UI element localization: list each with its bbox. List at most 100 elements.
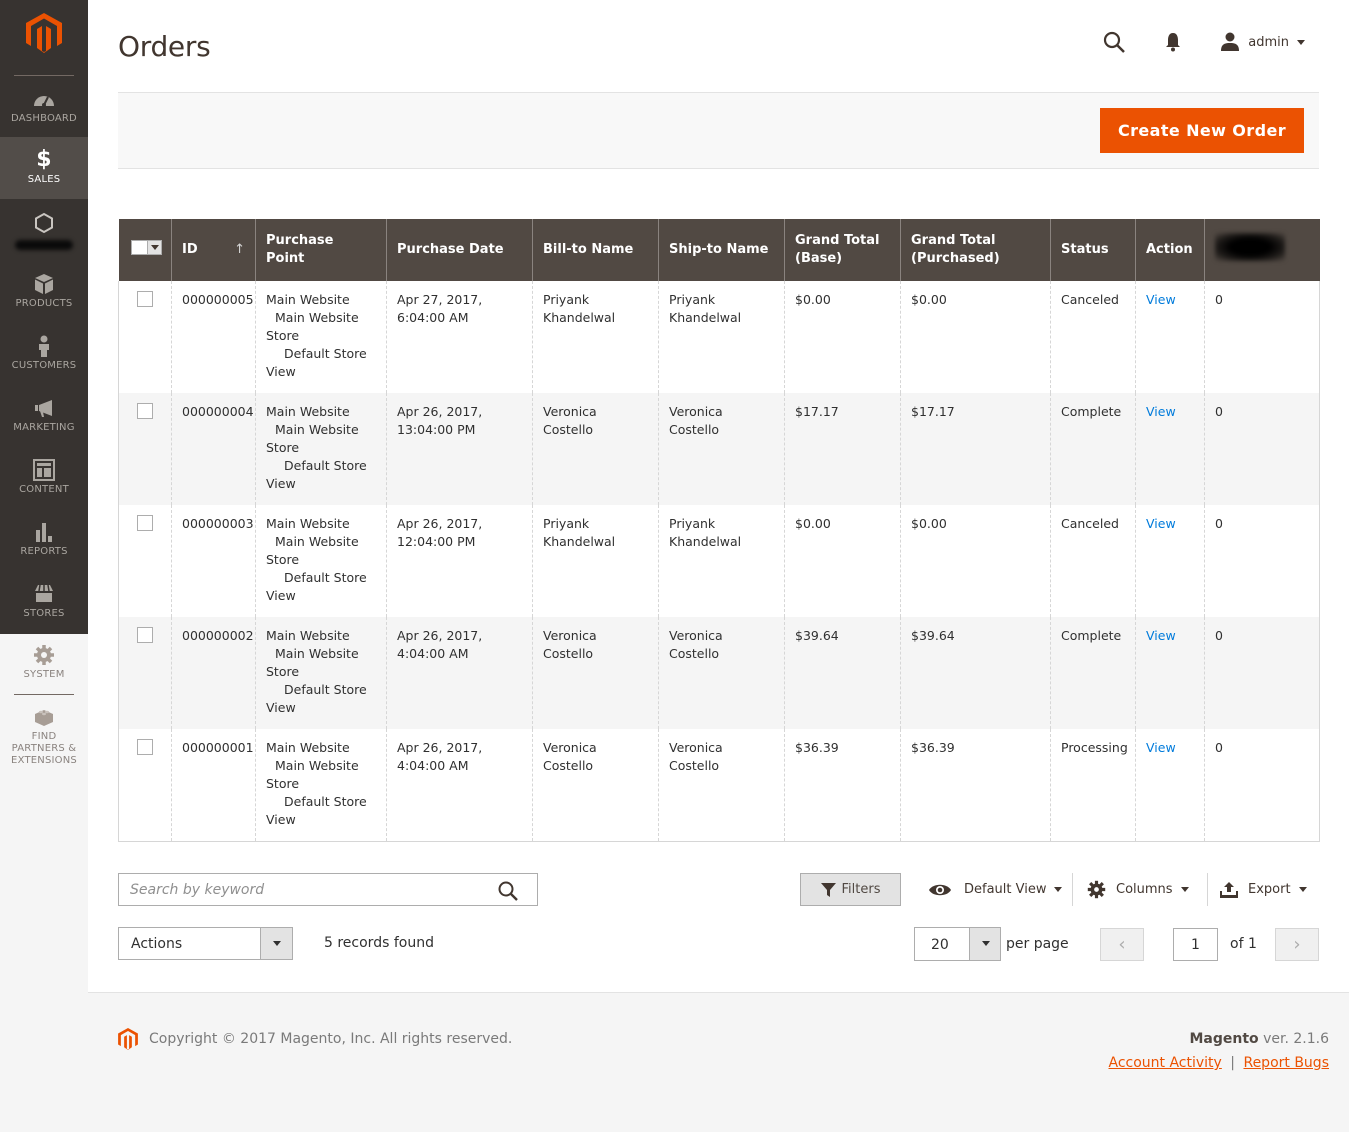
- table-row[interactable]: 000000004 Main Website Main Website Store De…: [118, 393, 1320, 505]
- cell-grand-total-base: $0.00: [784, 505, 901, 617]
- total-pages-label: of 1: [1230, 936, 1257, 952]
- cell-purchase-point: Main Website Main Website Store Default Sto…: [255, 505, 387, 617]
- row-select-cell: [118, 393, 172, 505]
- row-checkbox[interactable]: [137, 515, 153, 531]
- lego-brick-icon: [35, 710, 53, 726]
- column-header-status[interactable]: Status: [1050, 219, 1136, 281]
- purchase-point-line: View: [266, 476, 296, 491]
- column-header-grand-total-base[interactable]: Grand Total (Base): [784, 219, 901, 281]
- cell-grand-total-base: $39.64: [784, 617, 901, 729]
- cell-extra: 0: [1204, 617, 1320, 729]
- sidebar-item-find-partners[interactable]: FIND PARTNERS & EXTENSIONS: [0, 706, 88, 776]
- view-order-link[interactable]: View: [1146, 404, 1176, 419]
- table-row[interactable]: 000000002 Main Website Main Website Store De…: [118, 617, 1320, 729]
- sidebar-item-marketing[interactable]: MARKETING: [0, 397, 88, 459]
- cell-bill-to-name: Veronica Costello: [532, 729, 659, 842]
- sidebar-item-products[interactable]: PRODUCTS: [0, 273, 88, 335]
- cell-grand-total-purchased: $0.00: [900, 505, 1051, 617]
- view-order-link[interactable]: View: [1146, 516, 1176, 531]
- cell-action: View: [1135, 729, 1205, 842]
- table-row[interactable]: 000000005 Main Website Main Website Store De…: [118, 281, 1320, 393]
- cell-ship-to-name: Veronica Costello: [658, 617, 785, 729]
- chevron-down-icon: [1180, 887, 1189, 892]
- search-icon[interactable]: [1102, 30, 1126, 54]
- sidebar-item-label: DASHBOARD: [11, 113, 77, 124]
- column-header-purchase-point[interactable]: Purchase Point: [255, 219, 387, 281]
- toolbar-divider: [1072, 873, 1073, 906]
- purchase-point-line: Main Website: [266, 628, 350, 643]
- export-dropdown[interactable]: Export: [1220, 873, 1307, 906]
- orders-grid: ID ↑ Purchase Point Purchase Date Bill-to…: [118, 219, 1320, 842]
- toolbar-divider: [1207, 873, 1208, 906]
- previous-page-button[interactable]: ‹: [1100, 928, 1144, 961]
- table-row[interactable]: 000000001 Main Website Main Website Store De…: [118, 729, 1320, 842]
- sidebar-item-customers[interactable]: CUSTOMERS: [0, 335, 88, 397]
- admin-sidebar: DASHBOARD $ SALES PRODUCTS CUSTOMERS MAR…: [0, 0, 88, 634]
- row-checkbox[interactable]: [137, 627, 153, 643]
- current-page-input[interactable]: [1173, 928, 1218, 961]
- cell-purchase-date: Apr 26, 2017, 4:04:00 AM: [386, 617, 533, 729]
- sidebar-item-reports[interactable]: REPORTS: [0, 521, 88, 583]
- filters-button[interactable]: Filters: [800, 873, 901, 906]
- per-page-select[interactable]: 20: [914, 927, 1001, 961]
- chevron-down-icon[interactable]: [969, 928, 1000, 960]
- page-title: Orders: [118, 30, 211, 63]
- grid-header-row: ID ↑ Purchase Point Purchase Date Bill-to…: [118, 219, 1320, 281]
- view-order-link[interactable]: View: [1146, 628, 1176, 643]
- cell-id: 000000001: [171, 729, 256, 842]
- table-row[interactable]: 000000003 Main Website Main Website Store De…: [118, 505, 1320, 617]
- column-header-purchase-date[interactable]: Purchase Date: [386, 219, 533, 281]
- column-header-redacted[interactable]: [1204, 219, 1320, 281]
- person-icon: [39, 335, 49, 357]
- account-activity-link[interactable]: Account Activity: [1109, 1055, 1222, 1071]
- user-menu[interactable]: admin: [1220, 32, 1305, 52]
- magento-logo-icon[interactable]: [26, 13, 62, 53]
- view-order-link[interactable]: View: [1146, 292, 1176, 307]
- purchase-point-line: Main Website: [275, 310, 359, 325]
- view-order-link[interactable]: View: [1146, 740, 1176, 755]
- create-new-order-button[interactable]: Create New Order: [1099, 108, 1304, 153]
- gear-icon: [34, 645, 54, 665]
- sidebar-item-label: FIND PARTNERS & EXTENSIONS: [11, 731, 77, 766]
- cell-bill-to-name: Veronica Costello: [532, 393, 659, 505]
- mass-actions-select[interactable]: Actions: [118, 927, 293, 960]
- mass-select-checkbox[interactable]: [130, 240, 162, 255]
- sidebar-item-content[interactable]: CONTENT: [0, 459, 88, 521]
- row-checkbox[interactable]: [137, 739, 153, 755]
- sidebar-item-sales[interactable]: $ SALES: [0, 137, 88, 199]
- per-page-label: per page: [1006, 936, 1069, 952]
- column-header-grand-total-purchased[interactable]: Grand Total (Purchased): [900, 219, 1051, 281]
- cell-grand-total-base: $36.39: [784, 729, 901, 842]
- copyright-text: Copyright © 2017 Magento, Inc. All right…: [149, 1031, 513, 1047]
- sidebar-item-redacted[interactable]: [0, 212, 88, 274]
- cell-grand-total-base: $0.00: [784, 281, 901, 393]
- report-bugs-link[interactable]: Report Bugs: [1243, 1055, 1329, 1071]
- row-checkbox[interactable]: [137, 291, 153, 307]
- chevron-down-icon: [1297, 39, 1305, 45]
- cell-bill-to-name: Priyank Khandelwal: [532, 505, 659, 617]
- column-header-ship-to-name[interactable]: Ship-to Name: [658, 219, 785, 281]
- search-input[interactable]: [119, 874, 489, 905]
- chevron-down-icon[interactable]: [260, 928, 292, 959]
- chevron-down-icon[interactable]: [146, 241, 161, 254]
- cell-purchase-point: Main Website Main Website Store Default Sto…: [255, 393, 387, 505]
- purchase-point-line: Default Store: [284, 346, 367, 361]
- sidebar-item-label: CUSTOMERS: [11, 360, 77, 371]
- sidebar-divider: [14, 694, 74, 695]
- mass-select-header[interactable]: [118, 219, 172, 281]
- next-page-button[interactable]: ›: [1275, 928, 1319, 961]
- purchase-point-line: Default Store: [284, 458, 367, 473]
- version-info: Magento ver. 2.1.6: [1189, 1031, 1329, 1047]
- cell-purchase-date: Apr 26, 2017, 12:04:00 PM: [386, 505, 533, 617]
- default-view-dropdown[interactable]: Default View: [928, 873, 1063, 906]
- chevron-down-icon: [1054, 887, 1063, 892]
- row-checkbox[interactable]: [137, 403, 153, 419]
- notification-bell-icon[interactable]: [1164, 32, 1182, 52]
- dollar-icon: $: [36, 147, 52, 172]
- sidebar-item-system[interactable]: SYSTEM: [0, 644, 88, 706]
- records-found-count: 5 records found: [324, 935, 434, 951]
- columns-dropdown[interactable]: Columns: [1087, 873, 1189, 906]
- column-header-bill-to-name[interactable]: Bill-to Name: [532, 219, 659, 281]
- column-header-id[interactable]: ID ↑: [171, 219, 256, 281]
- search-icon[interactable]: [497, 880, 519, 902]
